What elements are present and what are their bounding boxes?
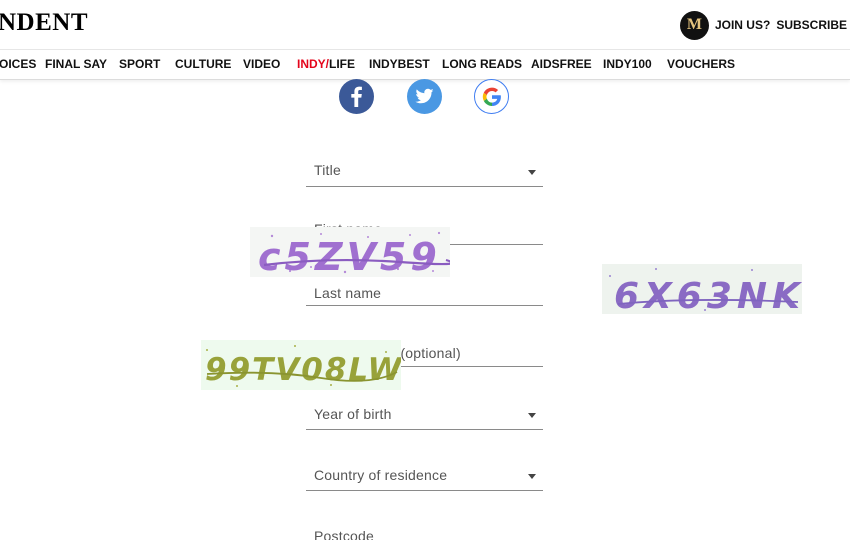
year-of-birth-label: Year of birth [314,406,392,422]
country-select[interactable]: Country of residence [306,462,543,491]
nav-item-voices[interactable]: OICES [0,57,36,71]
nav-item-indybest[interactable]: INDYBEST [369,57,430,71]
nav-indy-prefix: INDY/ [297,57,330,71]
nav-item-sport[interactable]: SPORT [119,57,160,71]
site-header: NDENT M JOIN US? SUBSCRIBE [0,0,850,50]
membership-badge-icon[interactable]: M [679,10,709,40]
facebook-login-button[interactable] [339,79,374,114]
captcha-text-2: 6X63NK [614,276,802,314]
join-us-link[interactable]: JOIN US? [715,18,770,32]
nav-life-suffix: LIFE [329,57,356,71]
title-select[interactable]: Title [306,158,543,187]
country-label: Country of residence [314,467,448,483]
year-chevron-down-icon [528,413,536,418]
membership-area: M JOIN US? SUBSCRIBE [679,10,850,40]
captcha-text-3: 99TV08LW [205,352,401,388]
captcha-text-1: c5ZV59 [258,235,441,277]
facebook-icon [351,86,362,107]
title-label: Title [314,162,341,178]
main-nav: OICES FINAL SAY SPORT CULTURE VIDEO INDY… [0,50,850,80]
captcha-image-1: c5ZV59 [250,227,450,277]
last-name-label: Last name [314,285,382,301]
nav-item-culture[interactable]: CULTURE [175,57,231,71]
subscribe-link[interactable]: SUBSCRIBE [776,18,847,32]
postcode-field[interactable]: Postcode [306,523,543,540]
twitter-login-button[interactable] [407,79,442,114]
captcha-image-3: 99TV08LW [201,340,401,390]
nav-item-video[interactable]: VIDEO [243,57,280,71]
google-login-button[interactable] [474,79,509,114]
nav-item-final-say[interactable]: FINAL SAY [45,57,107,71]
last-name-field[interactable]: Last name [306,280,543,306]
year-of-birth-select[interactable]: Year of birth [306,401,543,430]
nav-item-indy100[interactable]: INDY100 [603,57,652,71]
postcode-label: Postcode [314,528,374,540]
country-chevron-down-icon [528,474,536,479]
site-logo[interactable]: NDENT [0,9,88,37]
twitter-icon [415,88,434,104]
captcha-image-2: 6X63NK [602,264,802,314]
title-chevron-down-icon [528,170,536,175]
nav-item-indy-life[interactable]: INDY/LIFE [297,57,355,71]
nav-item-long-reads[interactable]: LONG READS [442,57,522,71]
google-icon [482,87,501,106]
nav-item-vouchers[interactable]: VOUCHERS [667,57,735,71]
nav-item-aidsfree[interactable]: AIDSFREE [531,57,592,71]
